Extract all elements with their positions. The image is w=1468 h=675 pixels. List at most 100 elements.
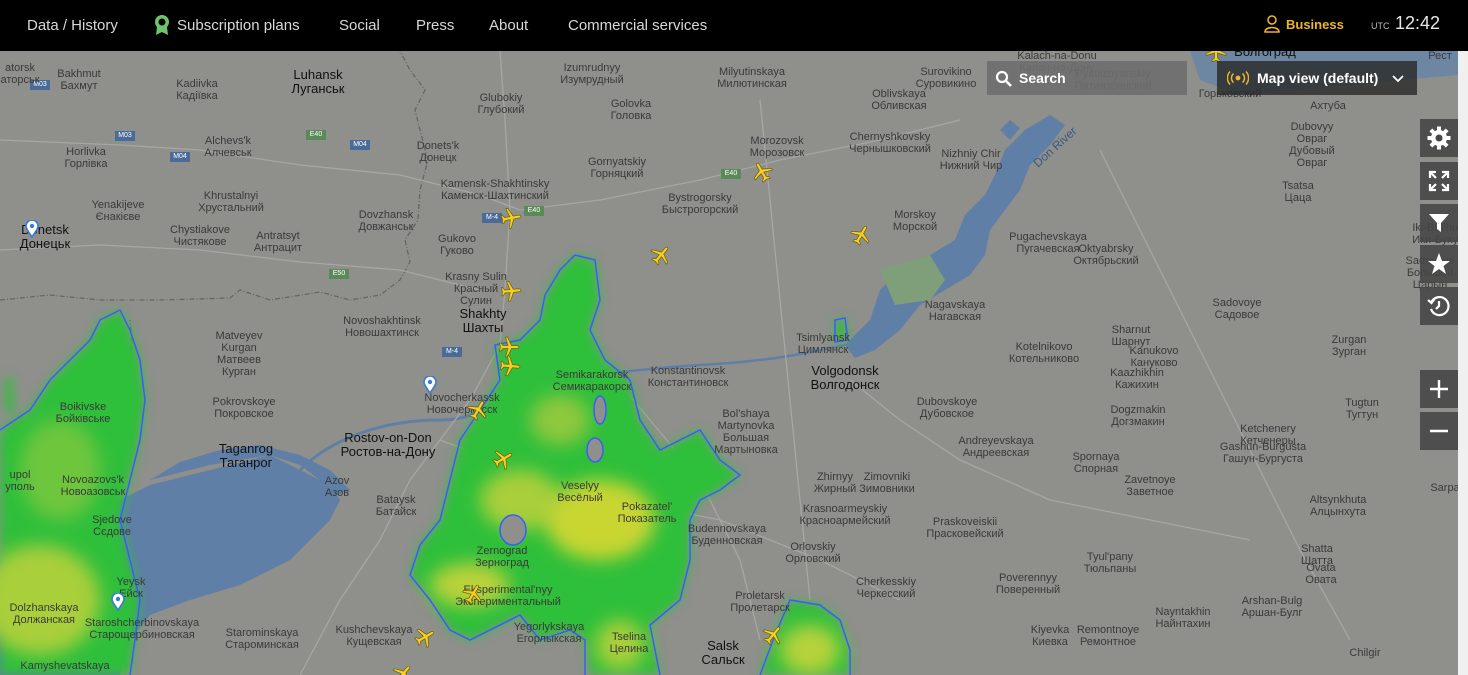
broadcast-icon: [1227, 71, 1249, 85]
airport-pin-icon[interactable]: [423, 376, 437, 394]
city-label-line: Хрустальний: [198, 202, 264, 214]
nav-subscription-plans[interactable]: Subscription plans: [153, 14, 300, 36]
city-label-line: Dovzhansk: [358, 209, 414, 221]
city-label-sjedove: Sjedove Сєдове: [92, 514, 132, 538]
city-label-line: Bataysk: [376, 494, 416, 506]
aircraft-icon[interactable]: [498, 205, 523, 230]
city-label-altsynkhuta: Altsynkhuta Алцынхута: [1310, 494, 1367, 518]
city-label-line: Азов: [324, 487, 350, 499]
city-label-line: Константиновск: [647, 377, 729, 389]
city-label-line: Горлівка: [64, 158, 108, 170]
city-label-line: Большая: [722, 432, 770, 444]
business-account-button[interactable]: Business: [1264, 15, 1344, 33]
fullscreen-button[interactable]: [1420, 162, 1458, 200]
city-label-line: Нагавская: [928, 311, 982, 323]
nav-about[interactable]: About: [489, 17, 528, 34]
city-label-staroshcherb: Staroshcherbinovskaya Старощербиновская: [85, 617, 199, 641]
search-box[interactable]: Search: [987, 61, 1187, 95]
city-label-line: Oktyabrsky: [1078, 243, 1134, 255]
city-label-line: Таганрог: [219, 455, 273, 470]
city-label-dolzhanskaya: Dolzhanskaya Должанская: [9, 602, 78, 626]
city-label-line: Gornyatskiy: [587, 156, 647, 168]
city-label-line: Изумрудный: [560, 74, 624, 86]
city-label-line: Alchevs'k: [204, 135, 252, 147]
city-label-line: Bystrogorsky: [668, 192, 732, 204]
city-label-kadiivka: Kadiivka Кадіївка: [176, 78, 218, 102]
city-label-line: Staroshcherbinovskaya: [84, 617, 200, 629]
zoom-in-button[interactable]: [1420, 370, 1458, 408]
city-label-bystrogorsky: Bystrogorsky Быстрогорский: [662, 192, 739, 216]
page-scrollbar[interactable]: [1458, 51, 1468, 675]
city-label-chystiakove: Chystiakove Чистякове: [170, 224, 230, 248]
settings-icon: [1427, 126, 1451, 150]
zoom-out-button[interactable]: [1420, 412, 1458, 450]
map-view-dropdown[interactable]: Map view (default): [1217, 61, 1417, 95]
city-label-line: Krasnoarmeyskiy: [802, 503, 888, 515]
city-label-line: Martynovka: [717, 420, 775, 432]
utc-label: UTC: [1371, 21, 1390, 31]
nav-data-history[interactable]: Data / History: [27, 17, 118, 34]
city-label-line: Зимовники: [859, 483, 915, 495]
city-label-line: Кажихин: [1115, 379, 1159, 391]
city-label-line: Старощербиновская: [89, 629, 195, 641]
city-label-line: Chernyshkovsky: [849, 131, 931, 143]
city-label-line: Konstantinovsk: [650, 365, 726, 377]
highway-shield: E50: [329, 269, 349, 279]
city-label-martynovka: Bol'shaya Martynovka Большая Мартыновка: [714, 408, 777, 456]
aircraft-icon[interactable]: [499, 279, 523, 303]
city-label-line: Gukovo: [438, 233, 476, 245]
city-label-semikarakorsk: Semikarakorsk Семикаракорск: [553, 369, 632, 393]
city-label-line: Чернышковский: [849, 143, 931, 155]
airport-pin-icon[interactable]: [111, 593, 125, 611]
fullscreen-icon: [1428, 170, 1450, 192]
nav-social[interactable]: Social: [339, 17, 380, 34]
airport-pin-icon[interactable]: [25, 220, 39, 238]
map-view-label: Map view (default): [1257, 70, 1379, 86]
city-label-line: Bol'shaya: [722, 408, 770, 420]
city-label-line: Starominskaya: [225, 627, 299, 639]
city-label-line: Krasny Sulin: [445, 271, 507, 283]
zoom-out-icon: [1430, 429, 1448, 433]
city-label-line: atorsk: [5, 62, 35, 74]
city-label-dubovyy: Dubovyy Овраг Дубовый Овраг: [1289, 121, 1335, 169]
city-label-line: Должанская: [12, 614, 76, 626]
nav-press[interactable]: Press: [416, 17, 454, 34]
city-label-line: Yenakijeve: [91, 199, 145, 211]
city-label-sadovoye: Sadovoye Садовое: [1213, 297, 1262, 321]
city-label-line: Sadovoye: [1212, 297, 1262, 309]
city-label-veselyy: Veselyy Весёлый: [557, 480, 603, 504]
city-label-line: Orlovskiy: [790, 541, 836, 553]
city-label-praskoveisky: Praskoveiskii Прасковейский: [926, 516, 1003, 540]
city-label-line: Kanukovo: [1129, 345, 1179, 357]
settings-button[interactable]: [1420, 119, 1458, 157]
aircraft-icon[interactable]: [498, 354, 522, 378]
nav-commercial-services[interactable]: Commercial services: [568, 17, 707, 34]
city-label-sarpa: Sarpa: [1430, 482, 1458, 494]
city-label-line: Донецьк: [19, 236, 71, 251]
city-label-surovikino: Surovikino Суровикино: [916, 66, 977, 90]
city-label-spornaya: Spornaya Спорная: [1072, 451, 1119, 475]
playback-button[interactable]: [1420, 287, 1458, 325]
city-label-line: Волгодонск: [810, 377, 880, 392]
city-label-zurgan: Zurgan Зурган: [1332, 334, 1367, 358]
city-label-line: Dubovyy: [1290, 121, 1334, 133]
city-label-line: Буденновская: [691, 535, 763, 547]
city-label-line: Semikarakorsk: [555, 369, 629, 381]
city-label-line: Гашун-Бургуста: [1223, 453, 1303, 465]
favorites-button[interactable]: [1420, 245, 1458, 283]
city-label-line: Садовое: [1214, 309, 1260, 321]
city-label-torsk: atorsk аторськ: [0, 62, 39, 86]
city-label-line: Октябрьский: [1073, 255, 1139, 267]
city-label-line: Pugachevskaya: [1009, 231, 1087, 243]
user-icon: [1264, 15, 1280, 33]
city-label-line: Chystiakove: [170, 224, 230, 236]
city-label-line: Черкесский: [856, 588, 916, 600]
filter-button[interactable]: [1420, 204, 1458, 242]
city-label-line: Матвеев: [216, 354, 261, 366]
flight-map[interactable]: M03 M03 M04 E40 M04 M-4 E40 E50 M-4 E40 …: [0, 51, 1458, 675]
highway-shield: E40: [524, 206, 544, 216]
city-label-line: Поверенный: [995, 584, 1061, 596]
city-label-mariupol: upol уполь: [5, 469, 34, 493]
city-label-line: Khrustalnyi: [203, 190, 259, 202]
city-label-zavetnoye: Zavetnoye Заветное: [1124, 474, 1175, 498]
